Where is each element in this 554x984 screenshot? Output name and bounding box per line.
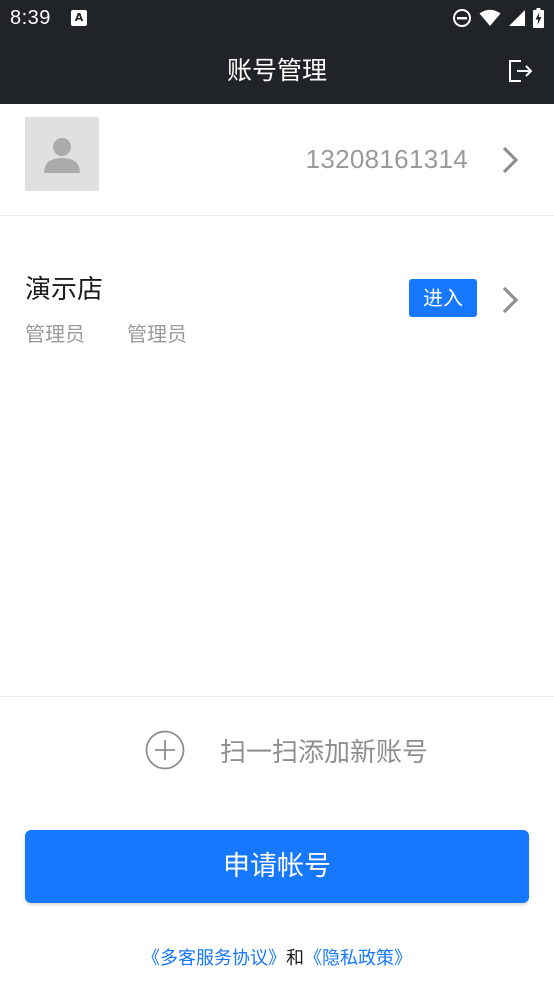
plus-circle-icon: [145, 730, 185, 770]
footer-conjunction: 和: [286, 948, 304, 969]
store-row[interactable]: 演示店 管理员 管理员 进入: [0, 245, 554, 365]
account-phone: 13208161314: [305, 144, 468, 174]
scan-add-account[interactable]: 扫一扫添加新账号: [145, 728, 428, 772]
enter-button[interactable]: 进入: [409, 279, 477, 317]
user-placeholder-icon: [44, 138, 80, 173]
store-role: 管理员: [127, 322, 187, 346]
privacy-policy-link[interactable]: 《隐私政策》: [304, 948, 412, 969]
do-not-disturb-icon: [453, 9, 471, 27]
logout-icon: [509, 60, 533, 82]
battery-charging-icon: [533, 8, 544, 28]
divider: [0, 696, 554, 697]
apply-account-button[interactable]: 申请帐号: [25, 830, 529, 903]
store-role: 管理员: [25, 322, 85, 346]
chevron-right-icon: [502, 286, 519, 314]
logout-button[interactable]: [506, 57, 534, 85]
page-title: 账号管理: [226, 56, 327, 85]
status-bar: 8:39 A: [0, 0, 554, 37]
account-row[interactable]: 13208161314: [0, 104, 554, 216]
signal-icon: [509, 10, 525, 26]
notification-icon: A: [71, 10, 87, 26]
store-name: 演示店: [25, 275, 104, 305]
scan-label: 扫一扫添加新账号: [220, 737, 429, 768]
wifi-icon: [479, 9, 501, 26]
service-agreement-link[interactable]: 《多客服务协议》: [142, 948, 286, 969]
status-time: 8:39: [10, 7, 51, 29]
chevron-right-icon: [502, 146, 519, 174]
footer-links: 《多客服务协议》和《隐私政策》: [0, 944, 554, 970]
app-header: 账号管理: [0, 37, 554, 104]
avatar: [25, 117, 99, 191]
status-icons: [452, 7, 544, 29]
